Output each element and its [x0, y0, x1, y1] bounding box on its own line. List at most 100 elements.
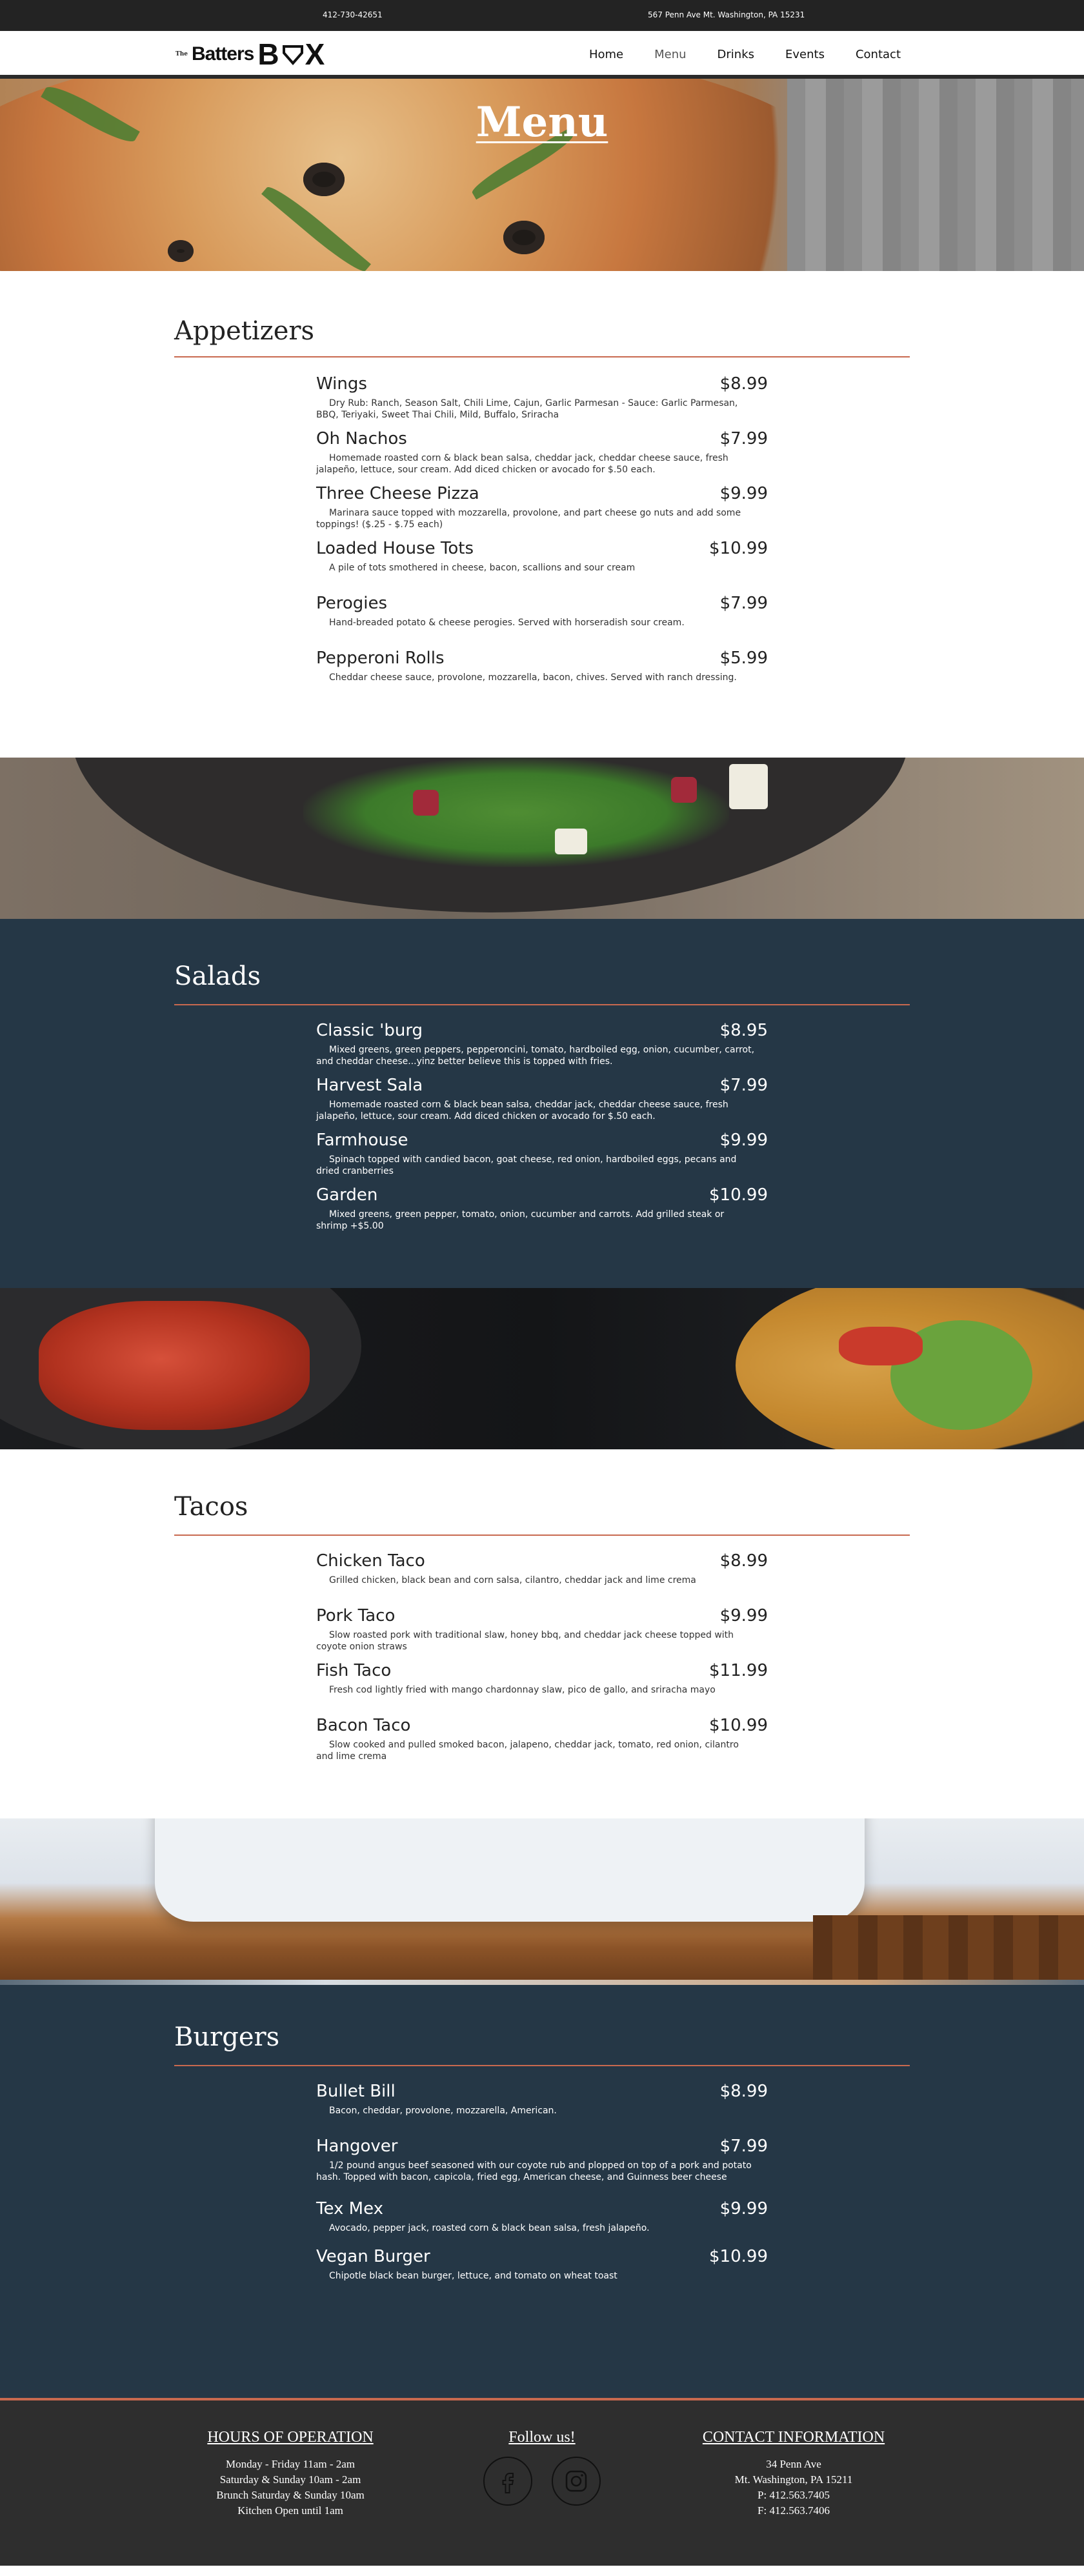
item-price: $10.99: [709, 1185, 768, 1205]
item-description: Hand-breaded potato & cheese perogies. S…: [329, 618, 685, 628]
contact-line: Mt. Washington, PA 15211: [734, 2473, 853, 2486]
tomato-image: [839, 1327, 923, 1365]
item-name: Vegan Burger: [316, 2247, 430, 2266]
item-description: Mixed greens, green pepper, tomato, onio…: [316, 1209, 725, 1231]
contact-line: 34 Penn Ave: [766, 2458, 821, 2470]
berry-image: [413, 790, 439, 816]
nav-drinks[interactable]: Drinks: [718, 48, 754, 61]
section-title: Burgers: [174, 2022, 280, 2052]
logo-box-x: X: [305, 37, 326, 71]
item-name: Perogies: [316, 594, 388, 613]
section-title: Appetizers: [174, 316, 315, 346]
instagram-icon[interactable]: [552, 2457, 601, 2506]
item-description: A pile of tots smothered in cheese, baco…: [329, 563, 636, 573]
phone-number[interactable]: 412-730-42651: [323, 10, 383, 19]
item-name: Chicken Taco: [316, 1551, 425, 1571]
nav-contact[interactable]: Contact: [856, 48, 901, 61]
footer: HOURS OF OPERATION Monday - Friday 11am …: [0, 2398, 1084, 2566]
item-name: Three Cheese Pizza: [316, 484, 479, 503]
section-title: Salads: [174, 961, 261, 991]
item-name: Bullet Bill: [316, 2082, 396, 2101]
image-edge: [0, 1980, 1084, 1985]
contact-line: F: 412.563.7406: [758, 2504, 830, 2517]
item-price: $10.99: [709, 1716, 768, 1735]
contact-title: CONTACT INFORMATION: [702, 2429, 885, 2446]
item-price: $7.99: [719, 594, 768, 613]
social-block: Follow us!: [465, 2429, 619, 2506]
olive-image: [168, 240, 194, 262]
item-name: Wings: [316, 374, 367, 394]
item-price: $8.99: [719, 374, 768, 394]
contact-block: CONTACT INFORMATION 34 Penn Ave Mt. Wash…: [690, 2429, 897, 2519]
item-name: Bacon Taco: [316, 1716, 411, 1735]
hours-line: Kitchen Open until 1am: [237, 2504, 343, 2517]
item-description: Homemade roasted corn & black bean salsa…: [316, 453, 728, 475]
burger-band-transition: [0, 1980, 1084, 2030]
item-description: Grilled chicken, black bean and corn sal…: [329, 1575, 696, 1585]
item-description: Spinach topped with candied bacon, goat …: [316, 1154, 737, 1176]
item-price: $8.99: [719, 1551, 768, 1571]
item-name: Pepperoni Rolls: [316, 649, 445, 668]
item-price: $10.99: [709, 539, 768, 558]
item-description: Cheddar cheese sauce, provolone, mozzare…: [329, 672, 737, 683]
item-price: $8.95: [719, 1021, 768, 1040]
nav-menu[interactable]: Menu: [654, 48, 686, 61]
hero-banner: Menu: [0, 79, 1084, 271]
hours-block: HOURS OF OPERATION Monday - Friday 11am …: [187, 2429, 394, 2519]
item-description: Slow roasted pork with traditional slaw,…: [316, 1630, 734, 1652]
burger-image-band: [0, 1818, 1084, 1980]
section-divider: [174, 2065, 910, 2066]
olive-image: [503, 221, 545, 254]
item-price: $10.99: [709, 2247, 768, 2266]
item-name: Oh Nachos: [316, 429, 407, 448]
item-price: $9.99: [719, 1131, 768, 1150]
section-divider: [174, 356, 910, 357]
section-title: Tacos: [174, 1492, 248, 1522]
hours-line: Brunch Saturday & Sunday 10am: [216, 2489, 365, 2501]
hours-line: Monday - Friday 11am - 2am: [225, 2458, 356, 2470]
cheese-image: [555, 829, 587, 854]
item-price: $11.99: [709, 1661, 768, 1680]
item-description: Fresh cod lightly fried with mango chard…: [329, 1685, 716, 1695]
salsa-image: [39, 1301, 310, 1430]
item-price: $5.99: [719, 649, 768, 668]
tacos-section: Tacos Chicken Taco $8.99 Grilled chicken, …: [0, 1449, 1084, 1818]
item-name: Classic 'burg: [316, 1021, 423, 1040]
item-description: Avocado, pepper jack, roasted corn & bla…: [329, 2223, 650, 2233]
address: 567 Penn Ave Mt. Washington, PA 15231: [648, 10, 805, 19]
item-description: Slow cooked and pulled smoked bacon, jal…: [316, 1740, 739, 1762]
nav-events[interactable]: Events: [785, 48, 825, 61]
item-name: Harvest Sala: [316, 1076, 423, 1095]
home-plate-icon: [282, 45, 303, 65]
logo-box-b: B: [257, 37, 281, 71]
olive-image: [303, 163, 345, 196]
item-description: Marinara sauce topped with mozzarella, p…: [316, 508, 741, 530]
item-price: $7.99: [719, 429, 768, 448]
item-price: $7.99: [719, 2137, 768, 2156]
hours-line: Saturday & Sunday 10am - 2am: [219, 2473, 361, 2486]
item-description: Chipotle black bean burger, lettuce, and…: [329, 2271, 617, 2281]
section-divider: [174, 1004, 910, 1005]
logo-the: The: [176, 50, 188, 57]
item-description: Dry Rub: Ranch, Season Salt, Chili Lime,…: [316, 398, 738, 420]
burgers-section: Burgers Bullet Bill $8.99 Bacon, cheddar, …: [0, 2022, 1084, 2398]
follow-title: Follow us!: [508, 2429, 576, 2446]
item-name: Tex Mex: [316, 2199, 384, 2219]
item-description: Mixed greens, green peppers, pepperoncin…: [316, 1045, 755, 1067]
logo-batters: Batters: [191, 43, 254, 65]
item-price: $9.99: [719, 2199, 768, 2219]
item-name: Farmhouse: [316, 1131, 408, 1150]
page-title: Menu: [476, 98, 608, 146]
cheese-image: [729, 764, 768, 809]
plate-image: [155, 1818, 865, 1922]
salads-section: Salads Classic 'burg $8.95 Mixed greens, g…: [0, 919, 1084, 1288]
contact-line[interactable]: P: 412.563.7405: [690, 2488, 897, 2503]
logo[interactable]: The Batters B X: [176, 37, 326, 71]
appetizers-section: Appetizers Wings $8.99 Dry Rub: Ranch, Sea…: [0, 271, 1084, 758]
facebook-icon[interactable]: [483, 2457, 532, 2506]
item-description: Bacon, cheddar, provolone, mozzarella, A…: [329, 2106, 557, 2116]
item-price: $9.99: [719, 484, 768, 503]
social-links: [465, 2457, 619, 2506]
nav-home[interactable]: Home: [589, 48, 623, 61]
item-price: $8.99: [719, 2082, 768, 2101]
